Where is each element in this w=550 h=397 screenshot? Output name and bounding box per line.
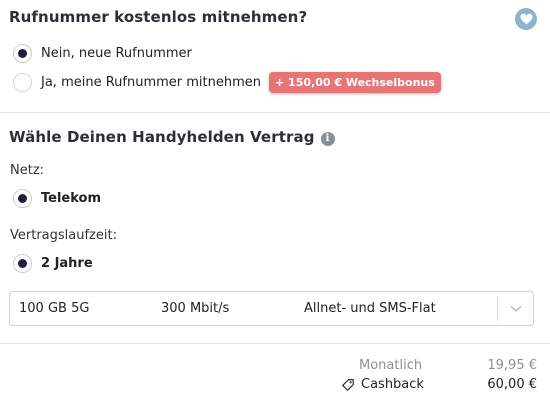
tariff-speed: 300 Mbit/s bbox=[161, 301, 230, 316]
heart-icon bbox=[520, 13, 532, 25]
pricing-divider bbox=[0, 343, 550, 344]
contract-title: Wähle Deinen Handyhelden Vertrag i bbox=[9, 128, 335, 146]
radio-network-telekom[interactable]: Telekom bbox=[13, 189, 101, 208]
radio-button[interactable] bbox=[13, 44, 32, 63]
radio-term-2-years[interactable]: 2 Jahre bbox=[13, 254, 93, 273]
cashback-value: 60,00 € bbox=[487, 377, 537, 392]
monthly-label: Monatlich bbox=[359, 358, 423, 373]
number-port-title: Rufnummer kostenlos mitnehmen? bbox=[9, 8, 308, 26]
term-label: Vertragslaufzeit: bbox=[10, 228, 117, 243]
tariff-select[interactable]: 100 GB 5G 300 Mbit/s Allnet- und SMS-Fla… bbox=[9, 291, 534, 326]
tariff-flat: Allnet- und SMS-Flat bbox=[304, 301, 436, 316]
monthly-value: 19,95 € bbox=[487, 358, 537, 373]
radio-button[interactable] bbox=[13, 254, 32, 273]
radio-label: Ja, meine Rufnummer mitnehmen bbox=[41, 75, 262, 90]
radio-button[interactable] bbox=[13, 189, 32, 208]
info-icon[interactable]: i bbox=[320, 131, 335, 146]
radio-label: Telekom bbox=[41, 191, 102, 206]
dropdown-toggle[interactable] bbox=[497, 297, 533, 321]
radio-button[interactable] bbox=[13, 73, 32, 92]
chevron-down-icon bbox=[509, 305, 522, 313]
radio-label: 2 Jahre bbox=[41, 256, 93, 271]
cashback-label-text: Cashback bbox=[361, 377, 424, 392]
section-divider bbox=[0, 112, 550, 113]
tag-icon bbox=[342, 378, 354, 391]
bonus-badge: + 150,00 € Wechselbonus bbox=[269, 72, 441, 93]
radio-label: Nein, neue Rufnummer bbox=[41, 46, 192, 61]
contract-title-text: Wähle Deinen Handyhelden Vertrag bbox=[9, 128, 315, 146]
radio-new-number[interactable]: Nein, neue Rufnummer bbox=[13, 44, 192, 63]
favorite-button[interactable] bbox=[515, 8, 537, 30]
network-label: Netz: bbox=[10, 163, 45, 178]
radio-keep-number[interactable]: Ja, meine Rufnummer mitnehmen + 150,00 €… bbox=[13, 72, 441, 93]
cashback-label: Cashback bbox=[341, 377, 424, 392]
tariff-data: 100 GB 5G bbox=[19, 301, 90, 316]
